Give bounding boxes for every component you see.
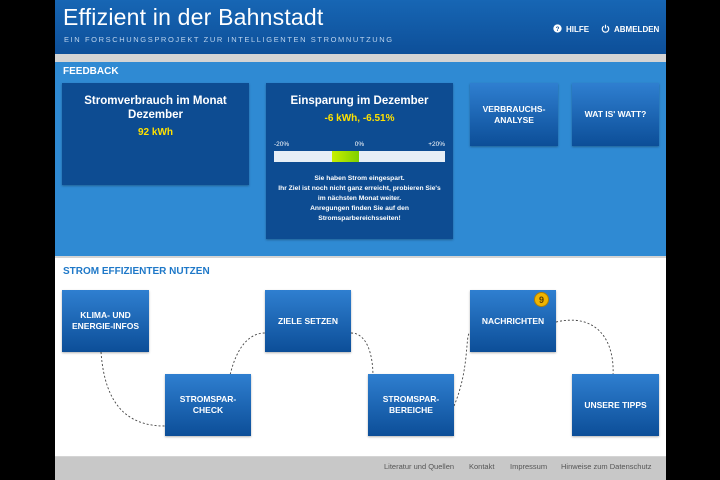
scale-mid-label: 0%	[354, 141, 365, 148]
wat-is-watt-button[interactable]: WAT IS' WATT?	[572, 83, 659, 146]
climate-energy-info-button[interactable]: KLIMA- UND ENERGIE-INFOS	[62, 290, 149, 352]
app-title: Effizient in der Bahnstadt	[63, 4, 324, 30]
set-goals-button[interactable]: ZIELE SETZEN	[265, 290, 351, 352]
our-tips-button[interactable]: UNSERE TIPPS	[572, 374, 659, 436]
question-circle-icon: ?	[553, 24, 562, 35]
logout-label: ABMELDEN	[614, 25, 660, 34]
power-icon	[601, 24, 610, 35]
svg-text:?: ?	[556, 26, 560, 33]
savings-title: Einsparung im Dezember	[290, 95, 429, 107]
savings-value: -6 kWh, -6.51%	[324, 113, 395, 124]
efficient-usage-section: STROM EFFIZIENTER NUTZEN KLIMA- UND ENER…	[55, 258, 666, 456]
footer-link-literature[interactable]: Literatur und Quellen	[384, 462, 454, 471]
savings-message: Sie haben Strom eingespart. Ihr Ziel ist…	[272, 174, 447, 224]
scale-min-label: -20%	[274, 141, 290, 148]
feedback-title: FEEDBACK	[63, 66, 119, 77]
savings-bar-track	[274, 151, 445, 162]
savings-check-button[interactable]: STROMSPAR- CHECK	[165, 374, 251, 436]
savings-message-line: Anregungen finden Sie auf den	[310, 205, 409, 212]
savings-areas-button[interactable]: STROMSPAR- BEREICHE	[368, 374, 454, 436]
app-window: Effizient in der Bahnstadt EIN FORSCHUNG…	[55, 0, 666, 480]
help-label: HILFE	[566, 25, 590, 34]
connector-line	[100, 351, 166, 427]
savings-message-line: Stromsparbereichsseiten!	[318, 215, 401, 222]
connector-line	[555, 319, 614, 377]
consumption-panel: Stromverbrauch im Monat Dezember 92 kWh	[62, 83, 249, 185]
message-count-badge: 9	[534, 292, 549, 307]
feedback-section: FEEDBACK Stromverbrauch im Monat Dezembe…	[55, 62, 666, 256]
footer-link-imprint[interactable]: Impressum	[510, 462, 547, 471]
scale-max-label: +20%	[428, 141, 445, 148]
savings-bar-fill	[331, 151, 360, 162]
help-link[interactable]: ? HILFE	[553, 24, 589, 35]
footer-link-contact[interactable]: Kontakt	[469, 462, 494, 471]
footer-link-privacy[interactable]: Hinweise zum Datenschutz	[561, 462, 651, 471]
connector-line	[453, 332, 471, 407]
consumption-analysis-button[interactable]: VERBRAUCHS- ANALYSE	[470, 83, 558, 146]
consumption-title: Stromverbrauch im Monat Dezember	[84, 95, 227, 121]
logout-link[interactable]: ABMELDEN	[601, 24, 659, 35]
header: Effizient in der Bahnstadt EIN FORSCHUNG…	[55, 0, 666, 54]
savings-message-line: Ihr Ziel ist noch nicht ganz erreicht, p…	[278, 185, 441, 192]
savings-message-line: Sie haben Strom eingespart.	[314, 175, 405, 182]
app-subtitle: EIN FORSCHUNGSPROJEKT ZUR INTELLIGENTEN …	[64, 35, 394, 44]
consumption-value: 92 kWh	[137, 127, 173, 138]
savings-panel: Einsparung im Dezember -6 kWh, -6.51% -2…	[266, 83, 453, 239]
savings-message-line: im nächsten Monat weiter.	[317, 195, 402, 202]
footer: Literatur und Quellen Kontakt Impressum …	[55, 457, 666, 480]
